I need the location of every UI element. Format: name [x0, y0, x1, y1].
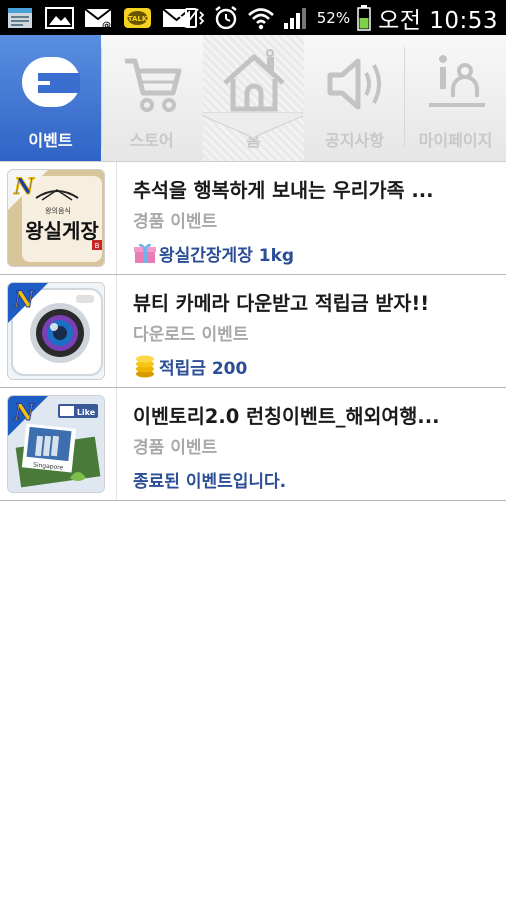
thumb-like: Like	[77, 408, 96, 417]
alarm-icon	[212, 6, 240, 30]
tab-label: 공지사항	[325, 131, 384, 150]
svg-text:@: @	[102, 21, 111, 29]
event-reward: 왕실간장게장 1kg	[133, 240, 294, 266]
thumb-text: 왕실게장	[25, 219, 99, 243]
wifi-icon	[247, 6, 275, 30]
top-tab-bar: 이벤트 스토어 홈 공지사항 마이페이지	[0, 35, 506, 162]
tab-label: 마이페이지	[418, 131, 493, 150]
cart-icon	[117, 49, 187, 119]
event-thumbnail: 왕의음식 왕실게장 B N	[7, 169, 105, 267]
kakao-badge: TALK	[128, 15, 148, 23]
event-title: 뷰티 카메라 다운받고 적립금 받자!!	[133, 292, 430, 315]
notes-icon	[6, 7, 36, 29]
thumb-subtext: 왕의음식	[45, 206, 71, 215]
event-type: 경품 이벤트	[133, 438, 218, 458]
thumb-badge: N	[13, 400, 35, 426]
tab-mypage[interactable]: 마이페이지	[405, 35, 506, 161]
kakaotalk-icon: TALK	[123, 7, 153, 29]
reward-text: 종료된 이벤트입니다.	[133, 471, 287, 492]
list-item[interactable]: 왕의음식 왕실게장 B N 추석을 행복하게 보내는 우리가족 ... 경품 이…	[0, 162, 506, 275]
thumb-badge: N	[13, 174, 35, 200]
status-bar: @ TALK 52% 오전 10:53	[0, 0, 506, 35]
event-title: 이벤토리2.0 런칭이벤트_해외여행...	[133, 405, 440, 428]
event-thumbnail: N	[7, 282, 105, 380]
tab-label: 스토어	[129, 131, 174, 150]
tab-divider	[404, 47, 405, 147]
thumb-badge: N	[13, 287, 35, 313]
event-reward: 적립금 200	[133, 353, 247, 379]
person-info-icon	[421, 49, 491, 119]
system-icons: 52% 오전 10:53	[177, 2, 498, 34]
row-divider	[116, 388, 117, 500]
list-item[interactable]: N 뷰티 카메라 다운받고 적립금 받자!! 다운로드 이벤트 적립금 200	[0, 275, 506, 388]
gallery-icon	[45, 7, 75, 29]
gift-icon	[133, 241, 157, 265]
row-divider	[116, 162, 117, 274]
tab-label: 이벤트	[28, 131, 73, 150]
tab-divider	[101, 47, 102, 147]
home-icon	[219, 49, 289, 119]
home-tab-pointer	[203, 112, 303, 139]
reward-text: 왕실간장게장 1kg	[159, 245, 295, 266]
battery-percent: 52%	[316, 9, 351, 27]
notification-icons: @ TALK	[6, 6, 192, 31]
battery-icon	[357, 5, 371, 31]
vibrate-icon	[177, 6, 205, 30]
event-list: 왕의음식 왕실게장 B N 추석을 행복하게 보내는 우리가족 ... 경품 이…	[0, 162, 506, 501]
mail-missed-icon: @	[84, 7, 114, 31]
reward-text: 적립금 200	[159, 358, 248, 379]
thumb-mark: B	[95, 242, 100, 250]
row-divider	[116, 275, 117, 387]
clock: 오전 10:53	[378, 8, 498, 34]
event-type: 다운로드 이벤트	[133, 325, 249, 345]
event-status: 종료된 이벤트입니다.	[133, 466, 286, 492]
coin-stack-icon	[133, 354, 157, 378]
tab-home[interactable]: 홈	[203, 35, 304, 161]
tab-notice[interactable]: 공지사항	[304, 35, 405, 161]
tab-event[interactable]: 이벤트	[0, 35, 101, 161]
event-logo-icon	[16, 49, 86, 119]
tab-store[interactable]: 스토어	[101, 35, 202, 161]
event-thumbnail: Like Singapore N	[7, 395, 105, 493]
event-type: 경품 이벤트	[133, 212, 218, 232]
event-title: 추석을 행복하게 보내는 우리가족 ...	[133, 179, 434, 202]
list-item[interactable]: Like Singapore N 이벤토리2.0 런칭이벤트_해외여행... 경…	[0, 388, 506, 501]
signal-icon	[282, 6, 310, 30]
speaker-icon	[320, 49, 390, 119]
